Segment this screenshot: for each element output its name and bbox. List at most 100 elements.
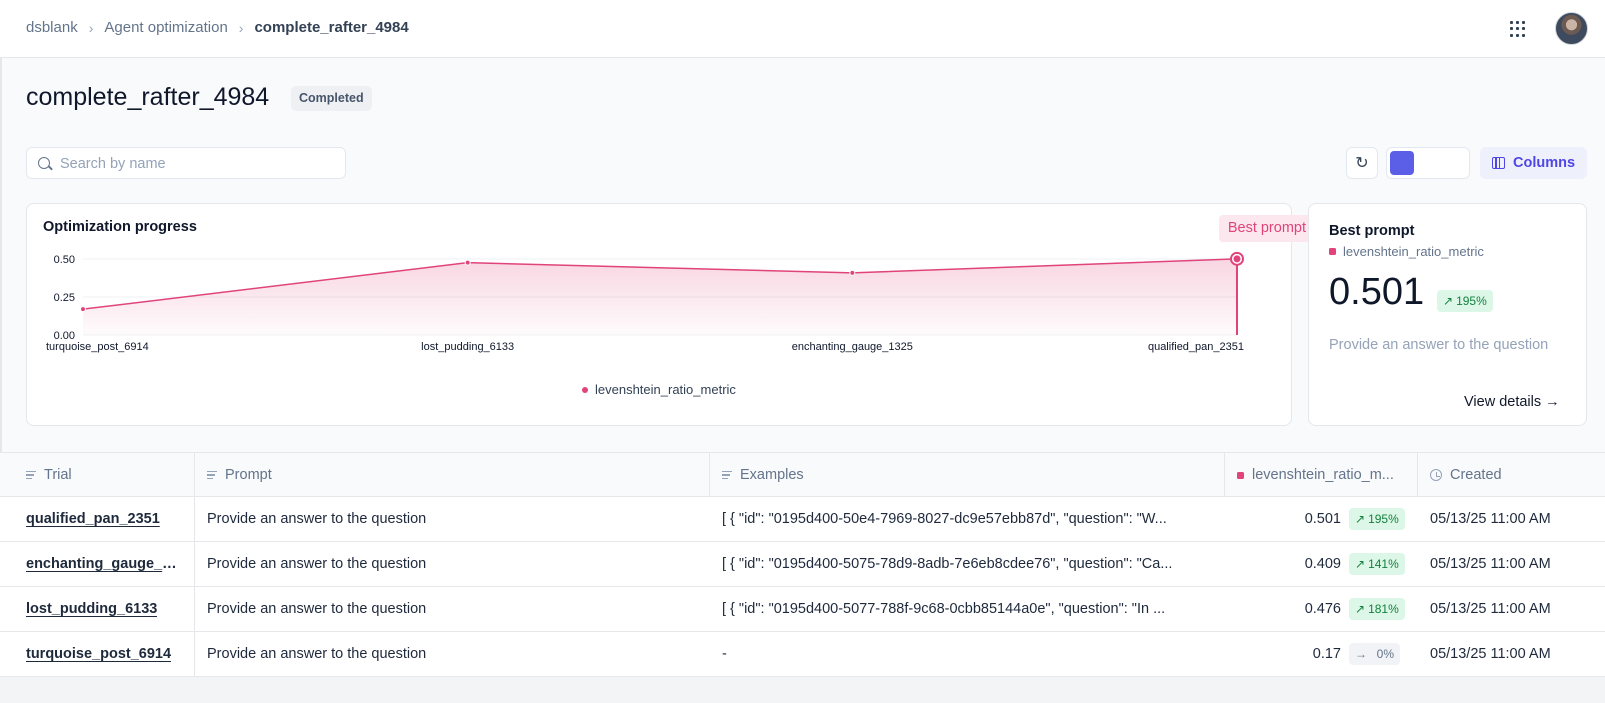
breadcrumb-section[interactable]: Agent optimization (104, 19, 227, 36)
table-footer-area (0, 677, 1605, 703)
column-divider (194, 587, 195, 631)
apps-grid-icon[interactable] (1510, 21, 1526, 37)
rows-compact-icon (1390, 151, 1414, 175)
created-cell: 05/13/25 11:00 AM (1430, 646, 1551, 662)
column-header-trial[interactable]: Trial (14, 453, 194, 497)
change-value: 141% (1368, 557, 1399, 571)
column-label: Prompt (225, 467, 272, 483)
trend-up-icon: ↗ (1355, 557, 1366, 571)
table-row[interactable]: enchanting_gauge_1... Provide an answer … (0, 542, 1605, 587)
best-prompt-metric: levenshtein_ratio_metric (1329, 244, 1484, 259)
row-height-large-button[interactable] (1444, 151, 1468, 175)
best-data-point-core (1233, 255, 1241, 263)
table-header: Trial Prompt Examples levenshtein_ratio_… (0, 452, 1605, 497)
text-column-icon (722, 471, 732, 479)
change-value: 181% (1368, 602, 1399, 616)
trend-up-icon: ↗ (1355, 602, 1366, 616)
change-cell: ↗ 141% (1349, 542, 1405, 586)
breadcrumb: dsblank › Agent optimization › complete_… (26, 19, 409, 36)
columns-button[interactable]: Columns (1480, 147, 1587, 179)
search-input[interactable] (60, 154, 330, 174)
refresh-icon: ↻ (1355, 155, 1369, 172)
change-badge: → 0% (1349, 643, 1401, 665)
breadcrumb-current: complete_rafter_4984 (254, 19, 409, 36)
prompt-cell: Provide an answer to the question (207, 646, 427, 662)
x-tick-label: turquoise_post_6914 (46, 341, 149, 353)
best-prompt-marker-label: Best prompt (1218, 215, 1315, 242)
table-row[interactable]: lost_pudding_6133 Provide an answer to t… (0, 587, 1605, 632)
columns-icon (1491, 157, 1505, 169)
chevron-right-icon: › (238, 19, 244, 36)
text-column-icon (26, 471, 36, 479)
examples-cell: [ { "id": "0195d400-5075-78d9-8adb-7e6eb… (722, 556, 1173, 572)
column-header-prompt[interactable]: Prompt (194, 453, 709, 497)
best-prompt-text: Provide an answer to the question (1329, 337, 1549, 353)
row-height-toggle (1386, 147, 1470, 179)
column-header-created[interactable]: Created (1417, 453, 1605, 497)
legend-dot (582, 386, 588, 393)
view-details-link[interactable]: View details → (1464, 394, 1560, 410)
prompt-cell: Provide an answer to the question (207, 601, 427, 617)
examples-cell: [ { "id": "0195d400-50e4-7969-8027-dc9e5… (722, 511, 1167, 527)
column-divider (194, 542, 195, 586)
score-cell: 0.476 (1304, 601, 1341, 617)
refresh-button[interactable]: ↻ (1346, 147, 1378, 179)
created-cell: 05/13/25 11:00 AM (1430, 511, 1551, 527)
arrow-right-icon: → (1355, 647, 1374, 661)
best-prompt-title: Best prompt (1329, 223, 1415, 239)
trend-up-icon: ↗ (1443, 294, 1454, 308)
change-cell: ↗ 195% (1349, 497, 1405, 541)
trial-link[interactable]: enchanting_gauge_1... (26, 542, 181, 586)
breadcrumb-workspace[interactable]: dsblank (26, 19, 78, 36)
column-label: Created (1450, 467, 1502, 483)
data-point[interactable] (464, 259, 471, 266)
column-header-examples[interactable]: Examples (709, 453, 1224, 497)
table-row[interactable]: turquoise_post_6914 Provide an answer to… (0, 632, 1605, 677)
status-badge: Completed (291, 86, 372, 111)
trend-up-icon: ↗ (1355, 512, 1366, 526)
rows-medium-icon (1417, 151, 1441, 175)
change-cell: → 0% (1349, 632, 1401, 676)
score-cell: 0.409 (1304, 556, 1341, 572)
row-height-medium-button[interactable] (1417, 151, 1441, 175)
metric-name: levenshtein_ratio_metric (1343, 244, 1484, 259)
change-badge: ↗ 195% (1349, 508, 1405, 530)
page-title: complete_rafter_4984 (26, 83, 270, 111)
text-column-icon (207, 471, 217, 479)
score-cell: 0.501 (1304, 511, 1341, 527)
data-point[interactable] (80, 306, 86, 313)
top-bar: dsblank › Agent optimization › complete_… (0, 0, 1605, 58)
data-point[interactable] (849, 269, 856, 276)
trial-link[interactable]: lost_pudding_6133 (26, 587, 181, 631)
y-tick-label: 0.50 (54, 254, 75, 266)
x-tick-label: enchanting_gauge_1325 (792, 341, 913, 353)
column-label: Examples (740, 467, 804, 483)
avatar[interactable] (1555, 12, 1588, 45)
column-header-metric[interactable]: levenshtein_ratio_m... (1224, 453, 1417, 497)
column-divider (194, 632, 195, 676)
column-label: levenshtein_ratio_m... (1252, 467, 1394, 483)
x-tick-label: qualified_pan_2351 (1148, 341, 1244, 353)
metric-color-swatch (1329, 248, 1336, 255)
change-value: 195% (1456, 294, 1487, 308)
search-icon (38, 157, 50, 169)
search-box[interactable] (26, 147, 346, 179)
trial-link[interactable]: qualified_pan_2351 (26, 497, 181, 541)
chevron-right-icon: › (88, 19, 94, 36)
x-tick-label: lost_pudding_6133 (421, 341, 514, 353)
change-badge: ↗ 141% (1349, 553, 1405, 575)
trial-link[interactable]: turquoise_post_6914 (26, 632, 181, 676)
columns-label: Columns (1512, 155, 1576, 171)
score-cell: 0.17 (1312, 646, 1341, 662)
best-prompt-card: Best prompt levenshtein_ratio_metric 0.5… (1308, 203, 1587, 426)
examples-cell: - (722, 646, 727, 662)
best-prompt-score: 0.501 (1329, 271, 1425, 313)
change-value: 195% (1368, 512, 1399, 526)
table-row[interactable]: qualified_pan_2351 Provide an answer to … (0, 497, 1605, 542)
prompt-cell: Provide an answer to the question (207, 556, 427, 572)
change-cell: ↗ 181% (1349, 587, 1405, 631)
change-badge: ↗ 181% (1349, 598, 1405, 620)
row-height-compact-button[interactable] (1390, 151, 1414, 175)
created-cell: 05/13/25 11:00 AM (1430, 601, 1551, 617)
y-tick-label: 0.25 (54, 292, 75, 304)
